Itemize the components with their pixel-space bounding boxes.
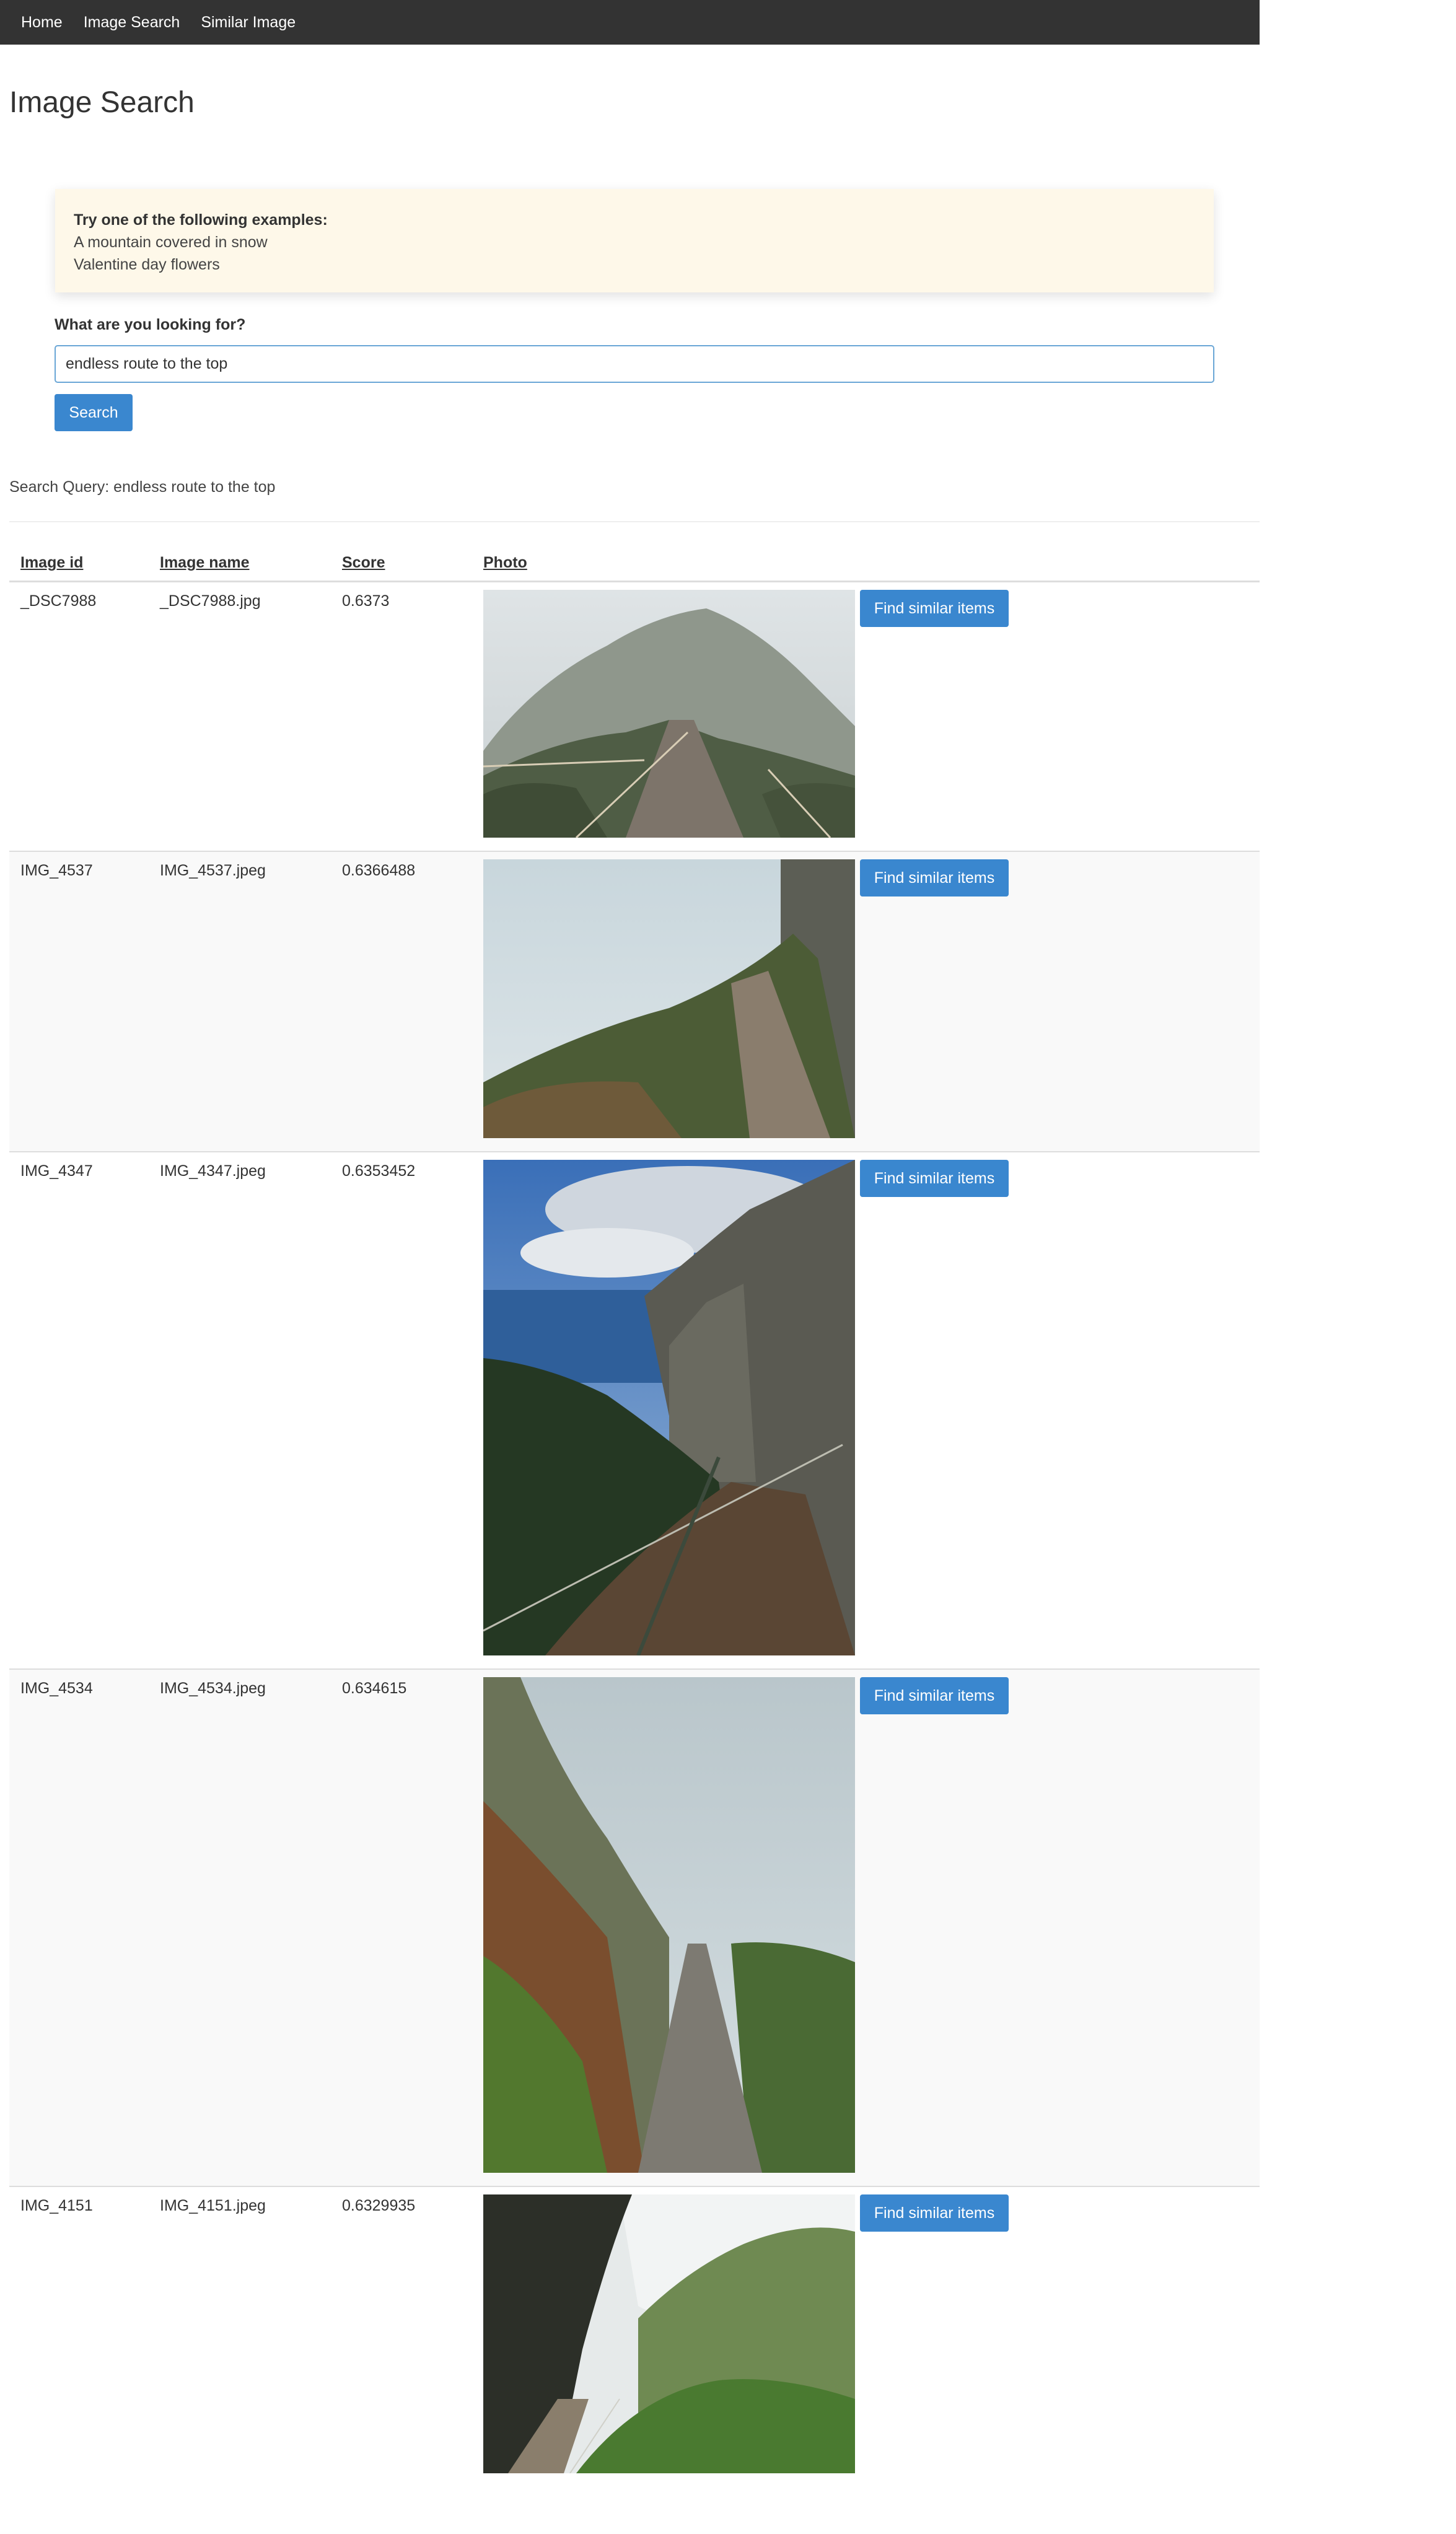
score-cell: 0.6373 — [342, 592, 390, 610]
nav-similar-image-link[interactable]: Similar Image — [201, 14, 296, 32]
image-id-cell: IMG_4537 — [20, 862, 93, 879]
find-similar-button[interactable]: Find similar items — [860, 1677, 1009, 1714]
find-similar-button[interactable]: Find similar items — [860, 859, 1009, 897]
result-photo — [483, 1160, 855, 1655]
image-id-cell: _DSC7988 — [20, 592, 97, 610]
image-id-cell: IMG_4151 — [20, 2197, 93, 2214]
image-id-cell: IMG_4534 — [20, 1680, 93, 1697]
image-name-cell: IMG_4537.jpeg — [160, 862, 266, 879]
search-label: What are you looking for? — [55, 316, 246, 333]
column-header-photo[interactable]: Photo — [483, 554, 527, 572]
find-similar-button[interactable]: Find similar items — [860, 590, 1009, 627]
image-id-cell: IMG_4347 — [20, 1162, 93, 1180]
result-photo — [483, 590, 855, 838]
score-cell: 0.6366488 — [342, 862, 416, 879]
score-cell: 0.6353452 — [342, 1162, 416, 1180]
table-header: Image id Image name Score Photo — [9, 545, 1260, 582]
divider — [9, 521, 1260, 522]
image-name-cell: _DSC7988.jpg — [160, 592, 261, 610]
search-button[interactable]: Search — [55, 394, 133, 431]
top-navbar: Home Image Search Similar Image — [0, 0, 1260, 45]
nav-home-link[interactable]: Home — [21, 14, 63, 32]
result-photo — [483, 859, 855, 1138]
column-header-score[interactable]: Score — [342, 554, 385, 572]
nav-image-search-link[interactable]: Image Search — [84, 14, 180, 32]
table-row: IMG_4537 IMG_4537.jpeg 0.6366488 Find si… — [9, 852, 1260, 1152]
result-photo — [483, 1677, 855, 2173]
find-similar-button[interactable]: Find similar items — [860, 2194, 1009, 2232]
image-name-cell: IMG_4151.jpeg — [160, 2197, 266, 2214]
examples-heading: Try one of the following examples: — [74, 211, 328, 229]
page-title: Image Search — [9, 86, 195, 119]
table-row: _DSC7988 _DSC7988.jpg 0.6373 Find simila… — [9, 582, 1260, 852]
results-table: Image id Image name Score Photo _DSC7988… — [9, 545, 1260, 2478]
score-cell: 0.634615 — [342, 1680, 407, 1697]
search-query-text: Search Query: endless route to the top — [9, 478, 276, 496]
examples-callout: Try one of the following examples: A mou… — [55, 189, 1214, 292]
image-name-cell: IMG_4347.jpeg — [160, 1162, 266, 1180]
find-similar-button[interactable]: Find similar items — [860, 1160, 1009, 1197]
table-row: IMG_4534 IMG_4534.jpeg 0.634615 Find sim… — [9, 1670, 1260, 2187]
score-cell: 0.6329935 — [342, 2197, 416, 2214]
result-photo — [483, 2194, 855, 2473]
example-item: Valentine day flowers — [74, 256, 220, 273]
table-row: IMG_4151 IMG_4151.jpeg 0.6329935 Find si… — [9, 2187, 1260, 2478]
column-header-image-name[interactable]: Image name — [160, 554, 250, 572]
table-row: IMG_4347 IMG_4347.jpeg 0.6353452 Find si… — [9, 1152, 1260, 1670]
image-name-cell: IMG_4534.jpeg — [160, 1680, 266, 1697]
column-header-image-id[interactable]: Image id — [20, 554, 83, 572]
example-item: A mountain covered in snow — [74, 234, 268, 251]
search-input[interactable] — [55, 345, 1214, 383]
